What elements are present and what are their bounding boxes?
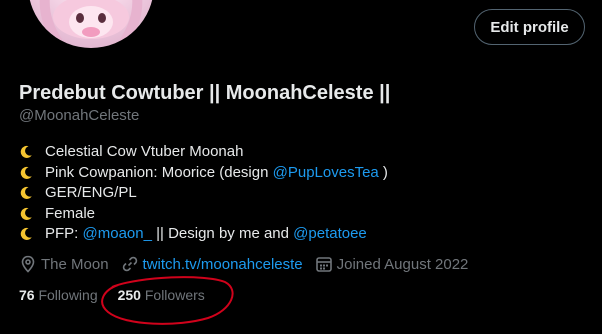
bio-line: Celestial Cow Vtuber Moonah — [19, 142, 388, 163]
calendar-icon — [315, 257, 332, 272]
bio-text: Female — [45, 204, 96, 222]
followers-stat[interactable]: 250 Followers — [118, 287, 205, 303]
crescent-moon-icon — [20, 166, 32, 179]
bio-text: PFP: — [45, 225, 83, 242]
profile-display-name: Predebut Cowtuber || MoonahCeleste || — [19, 82, 391, 104]
link-icon — [122, 256, 137, 272]
bio-line: GER/ENG/PL — [19, 183, 388, 204]
crescent-moon-icon — [20, 146, 32, 159]
website[interactable]: twitch.tv/moonahceleste — [121, 255, 303, 273]
join-date: Joined August 2022 — [315, 255, 469, 273]
mention-link-moaon[interactable]: @moaon_ — [83, 224, 152, 245]
bio-line: Female — [19, 204, 388, 225]
bio-text: Pink Cowpanion: Moorice (design — [45, 163, 273, 181]
bio-text: || Design by me and — [151, 225, 294, 242]
bio-line: Pink Cowpanion: Moorice (design @PupLove… — [19, 163, 388, 184]
crescent-moon-icon — [20, 207, 32, 220]
following-label: Following — [38, 287, 98, 303]
avatar[interactable] — [24, 0, 158, 52]
mention-link-puplovestea[interactable]: @PupLovesTea — [273, 163, 379, 184]
crescent-moon-icon — [20, 187, 32, 200]
location-text: The Moon — [41, 255, 109, 273]
location: The Moon — [19, 255, 109, 273]
bio-text: ) — [378, 163, 388, 181]
bio-line: PFP: @moaon_ || Design by me and @petato… — [19, 224, 388, 245]
following-count: 76 — [19, 287, 35, 303]
mention-link-petatoee[interactable]: @petatoee — [293, 224, 367, 245]
profile-meta: The Moon twitch.tv/moonahceleste Joined … — [19, 255, 480, 273]
avatar-image — [28, 0, 154, 48]
location-pin-icon — [21, 255, 35, 273]
bio-text: GER/ENG/PL — [45, 184, 137, 201]
following-stat[interactable]: 76 Following — [19, 287, 98, 303]
profile-stats: 76 Following 250 Followers — [19, 287, 225, 303]
bio-text: Celestial Cow Vtuber Moonah — [45, 143, 244, 160]
profile-handle: @MoonahCeleste — [19, 107, 140, 124]
followers-count: 250 — [117, 287, 141, 303]
join-date-text: Joined August 2022 — [336, 255, 469, 273]
profile-bio: Celestial Cow Vtuber Moonah Pink Cowpani… — [19, 142, 388, 245]
followers-label: Followers — [144, 287, 205, 303]
website-link[interactable]: twitch.tv/moonahceleste — [143, 256, 303, 273]
crescent-moon-icon — [20, 228, 32, 241]
edit-profile-button[interactable]: Edit profile — [474, 9, 585, 45]
